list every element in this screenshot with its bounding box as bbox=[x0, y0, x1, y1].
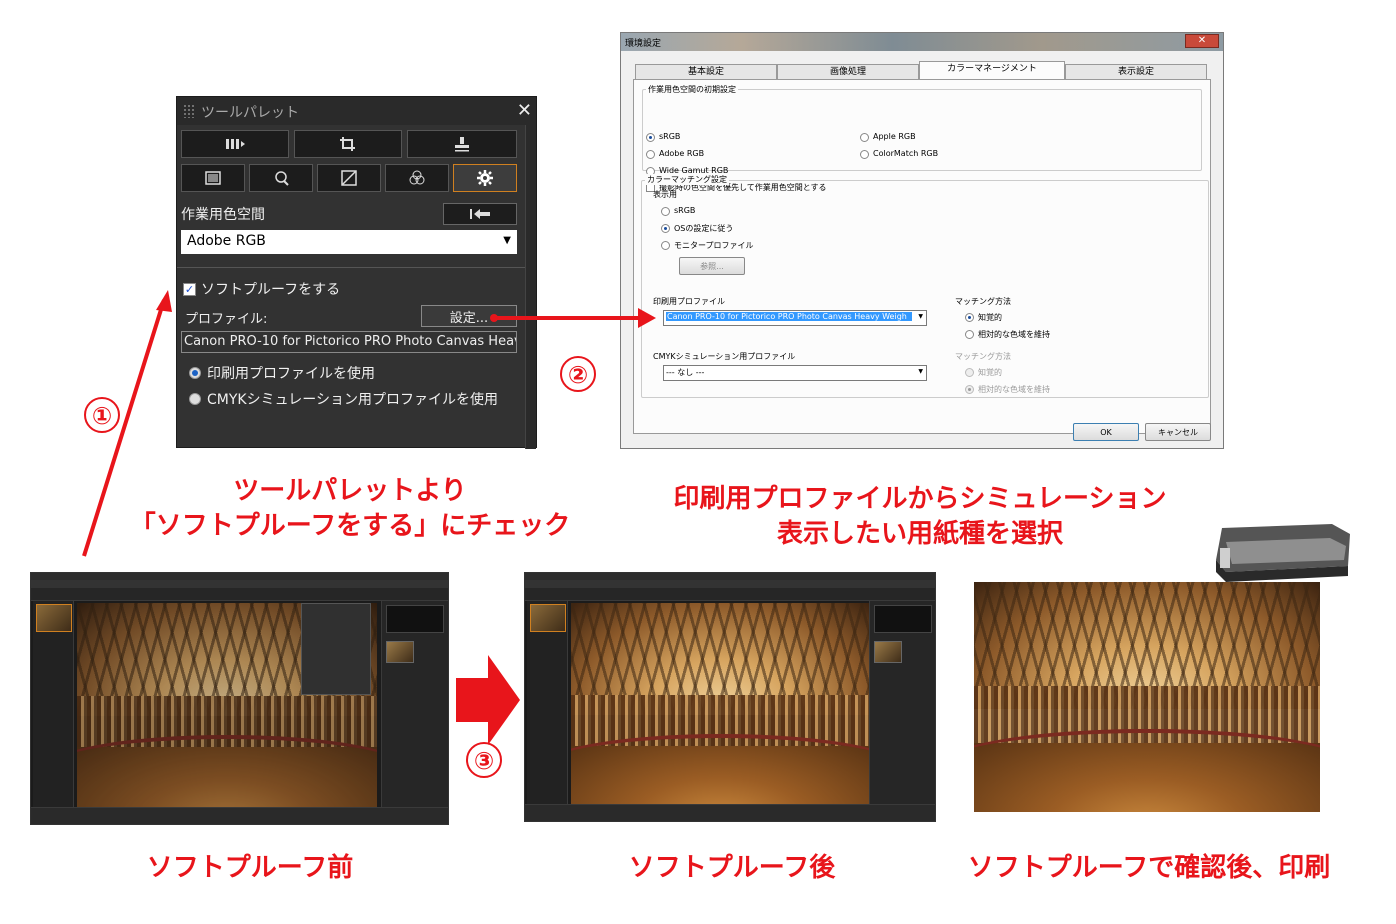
screenshot-before bbox=[30, 572, 449, 825]
photo-rail bbox=[77, 734, 377, 801]
printed-photo bbox=[974, 582, 1320, 812]
label-after: ソフトプルーフ後 bbox=[628, 853, 836, 883]
mini-tool-palette bbox=[301, 603, 371, 695]
thumbnail-strip bbox=[527, 601, 568, 811]
app-titlebar bbox=[525, 573, 935, 580]
printer-panel bbox=[1226, 538, 1346, 564]
screenshot-after bbox=[524, 572, 936, 822]
photo-rail bbox=[974, 729, 1320, 802]
app-titlebar bbox=[31, 573, 448, 580]
thumbnail[interactable] bbox=[530, 604, 566, 632]
step-3-badge: ③ bbox=[466, 742, 502, 778]
status-bar bbox=[525, 804, 935, 821]
caption-2-line-2: 表示したい用紙種を選択 bbox=[776, 519, 1063, 549]
arrow-3 bbox=[456, 655, 520, 745]
label-before: ソフトプルーフ前 bbox=[146, 853, 354, 883]
caption-2-line-1: 印刷用プロファイルからシミュレーション bbox=[673, 484, 1167, 514]
arrow-2-head bbox=[638, 308, 656, 328]
navigator-thumb bbox=[386, 641, 414, 663]
histogram bbox=[874, 605, 932, 633]
preview-photo bbox=[571, 603, 871, 807]
app-toolbar bbox=[31, 588, 448, 601]
printer-paper bbox=[1220, 548, 1230, 568]
caption-1-line-1: ツールパレットより bbox=[233, 476, 467, 506]
label-print: ソフトプルーフで確認後、印刷 bbox=[967, 853, 1331, 883]
right-panel bbox=[381, 601, 448, 809]
histogram bbox=[386, 605, 444, 633]
arrow-2-tail bbox=[490, 314, 498, 322]
step-2-badge: ② bbox=[560, 356, 596, 392]
app-toolbar bbox=[525, 588, 935, 601]
right-panel bbox=[869, 601, 935, 809]
arrow-1-head bbox=[156, 290, 172, 312]
thumbnail[interactable] bbox=[36, 604, 72, 632]
app-menubar bbox=[31, 580, 448, 588]
status-bar bbox=[31, 807, 448, 824]
step-1-badge: ① bbox=[84, 397, 120, 433]
printer-icon bbox=[1216, 524, 1350, 582]
app-menubar bbox=[525, 580, 935, 588]
navigator-thumb bbox=[874, 641, 902, 663]
photo-rail bbox=[571, 733, 871, 799]
thumbnail-strip bbox=[33, 601, 74, 811]
caption-1-line-2: 「ソフトプルーフをする」にチェック bbox=[129, 511, 571, 541]
